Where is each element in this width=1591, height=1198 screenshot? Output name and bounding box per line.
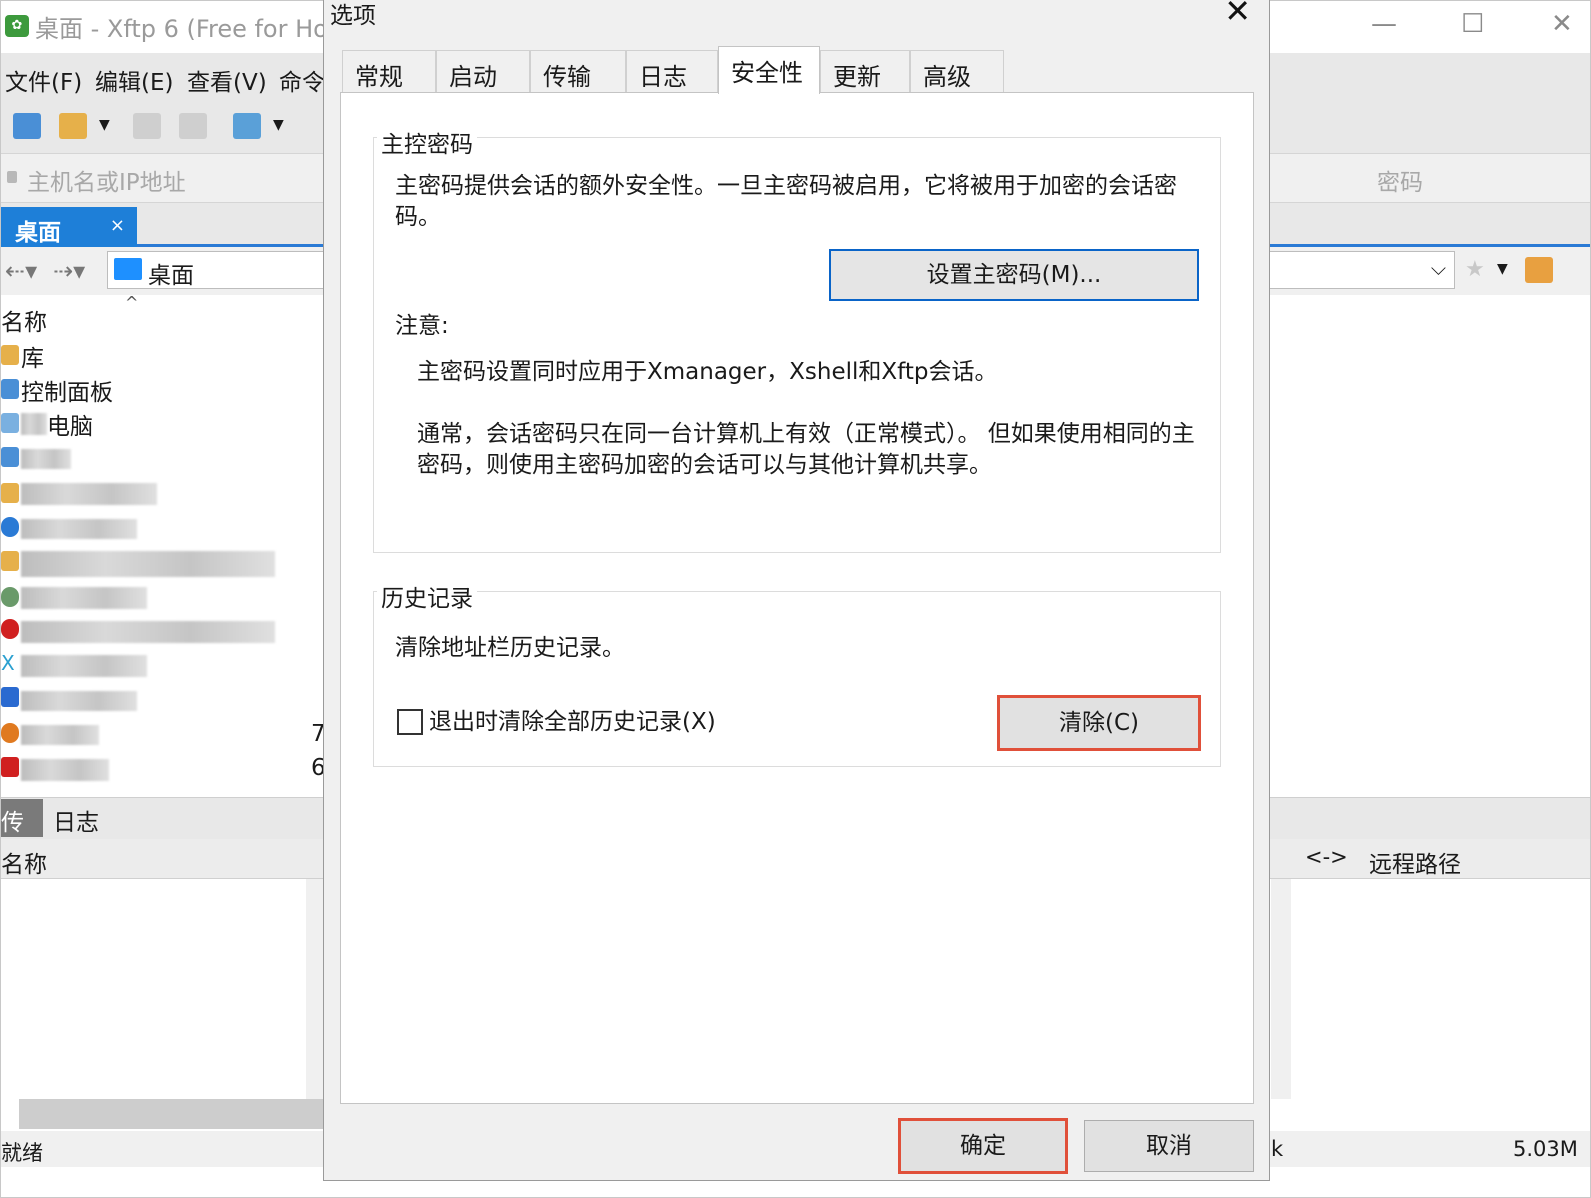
redacted-row[interactable] [21,449,71,469]
horizontal-scrollbar[interactable] [19,1099,325,1129]
cancel-button[interactable]: 取消 [1084,1120,1254,1172]
chevron-down-icon[interactable]: ⌵ [1431,256,1446,280]
close-tab-icon[interactable]: × [110,215,125,236]
tab-log[interactable]: 日志 [53,803,99,837]
transfer-column-name[interactable]: 名称 [1,845,47,879]
lock-icon [7,171,17,183]
redacted-row[interactable] [21,519,137,539]
tab-log[interactable]: 日志 [626,50,718,92]
dialog-title: 选项 [330,3,376,29]
tab-update[interactable]: 更新 [820,50,910,92]
tab-advanced[interactable]: 高级 [910,50,1004,92]
control-panel-icon [1,379,19,399]
app-icon [1,619,19,639]
app-icon [1,757,19,777]
new-session-icon[interactable] [13,113,41,139]
note-label: 注意: [395,313,449,339]
vertical-scrollbar[interactable] [1271,879,1291,1099]
back-arrow-icon[interactable]: ⇠▾ [5,257,37,285]
transfer-column-direction[interactable]: <-> [1305,845,1348,869]
menu-edit[interactable]: 编辑(E) [95,63,173,97]
desktop-folder-icon [114,258,142,280]
file-row-control-panel[interactable]: 控制面板 [21,373,113,407]
local-path-text: 桌面 [148,263,194,289]
chevron-down-icon[interactable]: ▼ [99,117,110,133]
tab-general[interactable]: 常规 [342,50,436,92]
ok-button[interactable]: 确定 [898,1118,1068,1174]
tab-transfer[interactable]: 传输 [1,799,43,870]
tab-transfer[interactable]: 传输 [530,50,626,92]
home-icon[interactable] [1525,257,1553,283]
connect-icon[interactable] [133,113,161,139]
host-input[interactable]: 主机名或IP地址 [27,163,186,197]
status-fragment: k [1271,1137,1284,1161]
menu-command[interactable]: 命令 [279,63,325,97]
local-path-field[interactable]: 桌面 [107,251,347,289]
redacted-row[interactable] [21,691,137,711]
minimize-icon[interactable]: — [1371,9,1397,39]
close-icon[interactable]: ✕ [1224,0,1251,30]
computer-icon [1,413,19,433]
forward-arrow-icon[interactable]: ⇢▾ [53,257,85,285]
status-size: 5.03M [1513,1137,1578,1161]
session-tab-label: 桌面 [15,220,61,246]
column-header-name[interactable]: 名称 [1,303,47,337]
sort-up-icon: ^ [125,293,139,312]
redacted-row[interactable] [21,551,275,577]
redacted-text [21,413,47,435]
tab-startup[interactable]: 启动 [436,50,530,92]
note-session-sharing: 通常，会话密码只在同一台计算机上有效（正常模式）。 但如果使用相同的主密码，则使… [417,421,1195,478]
status-text: 就绪 [1,1141,43,1165]
redacted-row[interactable] [21,621,275,643]
tab-security[interactable]: 安全性 [718,46,820,94]
file-row-computer[interactable]: 电脑 [47,407,93,441]
user-icon [1,587,19,607]
maximize-icon[interactable]: ☐ [1461,9,1484,39]
note-shared-apps: 主密码设置同时应用于Xmanager，Xshell和Xftp会话。 [417,359,998,385]
password-input[interactable]: 密码 [1377,163,1423,197]
chevron-down-icon[interactable]: ▼ [1497,261,1508,277]
redacted-row[interactable] [21,587,147,609]
chevron-down-icon[interactable]: ▼ [273,117,284,133]
redacted-row[interactable] [21,725,99,745]
app-icon [1,687,19,707]
redacted-row[interactable] [21,655,147,677]
disconnect-icon[interactable] [179,113,207,139]
clear-history-button[interactable]: 清除(C) [997,695,1201,751]
redacted-row[interactable] [21,483,157,505]
folder-icon [1,483,19,503]
local-file-list [1,295,326,795]
menu-view[interactable]: 查看(V) [187,63,267,97]
file-row-library[interactable]: 库 [21,339,44,373]
security-tab-page: 主控密码 主密码提供会话的额外安全性。一旦主密码被启用，它将被用于加密的会话密码… [340,92,1254,1104]
library-folder-icon [1,345,19,365]
app-icon [1,447,19,467]
clear-history-on-exit-checkbox[interactable] [397,709,423,735]
menu-file[interactable]: 文件(F) [5,63,82,97]
onedrive-icon [1,517,19,537]
redacted-row[interactable] [21,759,109,781]
history-legend: 历史记录 [377,579,477,613]
clear-history-on-exit-label[interactable]: 退出时清除全部历史记录(X) [429,707,716,738]
xshell-icon: X [1,653,19,673]
firefox-icon [1,723,19,743]
settings-icon[interactable] [233,113,261,139]
options-dialog: 选项 ✕ 常规 启动 传输 日志 安全性 更新 高级 主控密码 主密码提供会话的… [323,0,1270,1181]
master-password-legend: 主控密码 [377,125,477,159]
open-folder-icon[interactable] [59,113,87,139]
transfer-column-remote-path[interactable]: 远程路径 [1369,845,1461,879]
history-description: 清除地址栏历史记录。 [395,635,625,661]
session-tab-desktop[interactable]: 桌面 × [1,207,137,247]
folder-icon [1,551,19,571]
set-master-password-button[interactable]: 设置主密码(M)... [829,249,1199,301]
remote-path-field[interactable]: ⌵ [1269,251,1455,289]
star-icon[interactable]: ★ [1465,257,1485,282]
close-window-icon[interactable]: ✕ [1551,9,1573,39]
master-password-description: 主密码提供会话的额外安全性。一旦主密码被启用，它将被用于加密的会话密码。 [395,173,1177,230]
xftp-logo-icon: ✿ [5,15,29,37]
